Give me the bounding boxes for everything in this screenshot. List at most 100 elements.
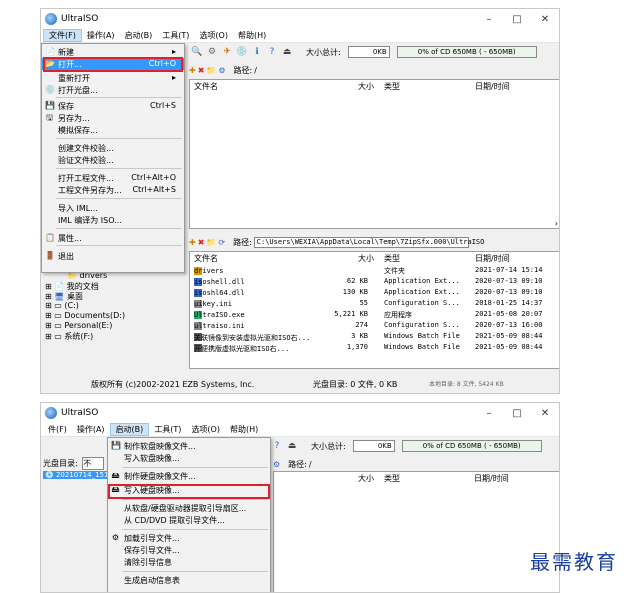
menu-tools[interactable]: 工具(T) (149, 424, 186, 435)
properties-icon[interactable]: ⚙ (273, 460, 280, 469)
folder-icon[interactable]: 📁 (206, 66, 216, 75)
col-size[interactable]: 大小 (358, 81, 374, 92)
col-type[interactable]: 类型 (384, 81, 400, 92)
col-type[interactable]: 类型 (384, 253, 400, 264)
file-menu-item[interactable]: 打开工程文件... Ctrl+Alt+O (42, 172, 184, 184)
menu-item-icon (111, 515, 120, 524)
boot-menu-item[interactable]: 保存引导文件... (108, 544, 270, 556)
folder-local-icon[interactable]: 📁 (206, 238, 216, 247)
col-size[interactable]: 大小 (358, 473, 374, 484)
file-menu-item[interactable]: 模拟保存... (42, 124, 184, 136)
table-row[interactable]: 开便携版虚拟光驱和ISO右... 1,370 Windows Batch File 2… (190, 342, 559, 353)
menu-help[interactable]: 帮助(H) (225, 424, 263, 435)
iso-file-list[interactable]: 文件名 大小 类型 日期/时间 › (189, 79, 559, 229)
cd-dir-row: 光盘目录: 不 (43, 457, 105, 470)
tree-item[interactable]: ⊞ ▭ (C:) (45, 301, 185, 311)
table-row[interactable]: UltraISO.exe 5,221 KB 应用程序 2021-05-08 20:07 (190, 309, 559, 320)
iso-file-list[interactable]: 大小 类型 日期/时间 (273, 471, 559, 592)
help-icon[interactable]: ? (266, 46, 278, 58)
close-button[interactable]: ✕ (531, 14, 559, 25)
iso-tree-node[interactable]: 💿 20210714_1515 (43, 471, 115, 479)
maximize-button[interactable]: □ (503, 408, 531, 419)
menu-actions[interactable]: 操作(A) (82, 30, 120, 41)
boot-menu-item[interactable]: 从软盘/硬盘驱动器提取引导扇区... (108, 502, 270, 514)
table-row[interactable]: drivers 文件夹 2021-07-14 15:14 (190, 265, 559, 276)
col-filename[interactable]: 文件名 (194, 81, 218, 92)
cd-capacity-bar[interactable]: 0% of CD 650MB ( - 650MB) (401, 440, 542, 452)
menu-file[interactable]: 件(F) (43, 424, 72, 435)
file-menu-item[interactable]: 验证文件校验... (42, 154, 184, 166)
refresh-icon[interactable]: ⟳ (218, 238, 225, 247)
file-menu-item[interactable]: 📋 属性... (42, 232, 184, 244)
file-menu-item[interactable]: 💿 打开光盘... (42, 84, 184, 96)
table-row[interactable]: 关联镜像到安装虚拟光驱和ISO右... 3 KB Windows Batch Fil… (190, 331, 559, 342)
boot-menu-item[interactable]: 生成启动信息表 (108, 574, 270, 586)
col-date[interactable]: 日期/时间 (475, 81, 510, 92)
title-bar[interactable]: UltraISO – □ ✕ (41, 9, 559, 29)
col-date[interactable]: 日期/时间 (474, 473, 509, 484)
menu-options[interactable]: 选项(O) (194, 30, 233, 41)
info-icon[interactable]: ℹ (251, 46, 263, 58)
minimize-button[interactable]: – (475, 408, 503, 419)
file-menu-item[interactable]: 创建文件校验... (42, 142, 184, 154)
burn-icon[interactable]: ✈ (221, 46, 233, 58)
table-row[interactable]: uikey.ini 55 Configuration S... 2018-01-25 … (190, 298, 559, 309)
menu-actions[interactable]: 操作(A) (72, 424, 110, 435)
file-menu-item[interactable]: IML 编译为 ISO... (42, 214, 184, 226)
table-row[interactable]: isoshl64.dll 130 KB Application Ext... 2020… (190, 287, 559, 298)
upper-path-value[interactable]: / (309, 460, 312, 469)
menu-tools[interactable]: 工具(T) (157, 30, 194, 41)
mount-icon[interactable]: 💿 (236, 46, 248, 58)
menu-item-icon: ⚙ (111, 533, 120, 542)
add-icon[interactable]: ✚ (189, 66, 196, 75)
table-row[interactable]: ultraiso.ini 274 Configuration S... 2020-07… (190, 320, 559, 331)
title-bar[interactable]: UltraISO – □ ✕ (41, 403, 559, 423)
local-path-input[interactable]: C:\Users\WEXIA\AppData\Local\Temp\7ZipSf… (253, 236, 484, 248)
file-menu-item[interactable]: 工程文件另存为... Ctrl+Alt+S (42, 184, 184, 196)
col-date[interactable]: 日期/时间 (475, 253, 510, 264)
gear-icon[interactable]: ⚙ (206, 46, 218, 58)
menu-boot[interactable]: 启动(B) (120, 30, 158, 41)
tree-item[interactable]: ⊞ ▭ 系统(F:) (45, 331, 185, 341)
table-row[interactable]: isoshell.dll 62 KB Application Ext... 2020-… (190, 276, 559, 287)
minimize-button[interactable]: – (475, 14, 503, 25)
menu-file[interactable]: 文件(F) (43, 29, 82, 42)
tree-item[interactable]: ⊞ 📄 我的文档 (45, 281, 185, 291)
properties-icon[interactable]: ⚙ (218, 66, 225, 75)
directory-tree[interactable]: 📁 drivers ⊞ 📄 我的文档 ⊞ 🖥 桌面 ⊞ ▭ (C:) ⊞ ▭ D… (45, 271, 185, 341)
boot-menu-item[interactable]: 🖴 制作硬盘映像文件... (108, 470, 270, 482)
boot-menu-item[interactable]: 💾 制作软盘映像文件... (108, 440, 270, 452)
tree-item[interactable]: ⊞ ▭ Personal(E:) (45, 321, 185, 331)
file-menu-item[interactable]: 🖫 另存为... (42, 112, 184, 124)
exit-icon[interactable]: ⏏ (281, 46, 293, 58)
exit-icon[interactable]: ⏏ (286, 440, 298, 452)
col-filename[interactable]: 文件名 (194, 253, 218, 264)
boot-menu-item[interactable]: 写入软盘映像... (108, 452, 270, 464)
local-file-list[interactable]: 文件名 大小 类型 日期/时间 drivers 文件夹 2021-07-14 15:… (189, 251, 559, 369)
close-button[interactable]: ✕ (531, 408, 559, 419)
file-menu-item[interactable]: 💾 保存 Ctrl+S (42, 100, 184, 112)
delete-local-icon[interactable]: ✖ (198, 238, 205, 247)
file-menu-item[interactable]: 🚪 退出 (42, 250, 184, 262)
delete-icon[interactable]: ✖ (198, 66, 205, 75)
upper-path-value[interactable]: / (254, 66, 257, 75)
tree-item[interactable]: ⊞ ▭ Documents(D:) (45, 311, 185, 321)
maximize-button[interactable]: □ (503, 14, 531, 25)
file-menu-item[interactable]: 重新打开 ▸ (42, 72, 184, 84)
boot-menu-item[interactable]: 清除引导信息 (108, 556, 270, 568)
search-icon[interactable]: 🔍 (191, 46, 203, 58)
col-type[interactable]: 类型 (384, 473, 400, 484)
menu-help[interactable]: 帮助(H) (233, 30, 271, 41)
add-local-icon[interactable]: ✚ (189, 238, 196, 247)
cd-capacity-bar[interactable]: 0% of CD 650MB ( - 650MB) (396, 46, 537, 58)
tree-item[interactable]: ⊞ 🖥 桌面 (45, 291, 185, 301)
file-menu-item[interactable]: 导入 IML... (42, 202, 184, 214)
cd-dir-value[interactable]: 不 (82, 457, 105, 470)
col-size[interactable]: 大小 (358, 253, 374, 264)
scroll-right-arrow[interactable]: › (555, 219, 558, 228)
menu-boot[interactable]: 启动(B) (109, 423, 150, 436)
menu-options[interactable]: 选项(O) (186, 424, 225, 435)
boot-menu-item[interactable]: ⚙ 加载引导文件... (108, 532, 270, 544)
help-icon[interactable]: ? (271, 440, 283, 452)
boot-menu-item[interactable]: 从 CD/DVD 提取引导文件... (108, 514, 270, 526)
